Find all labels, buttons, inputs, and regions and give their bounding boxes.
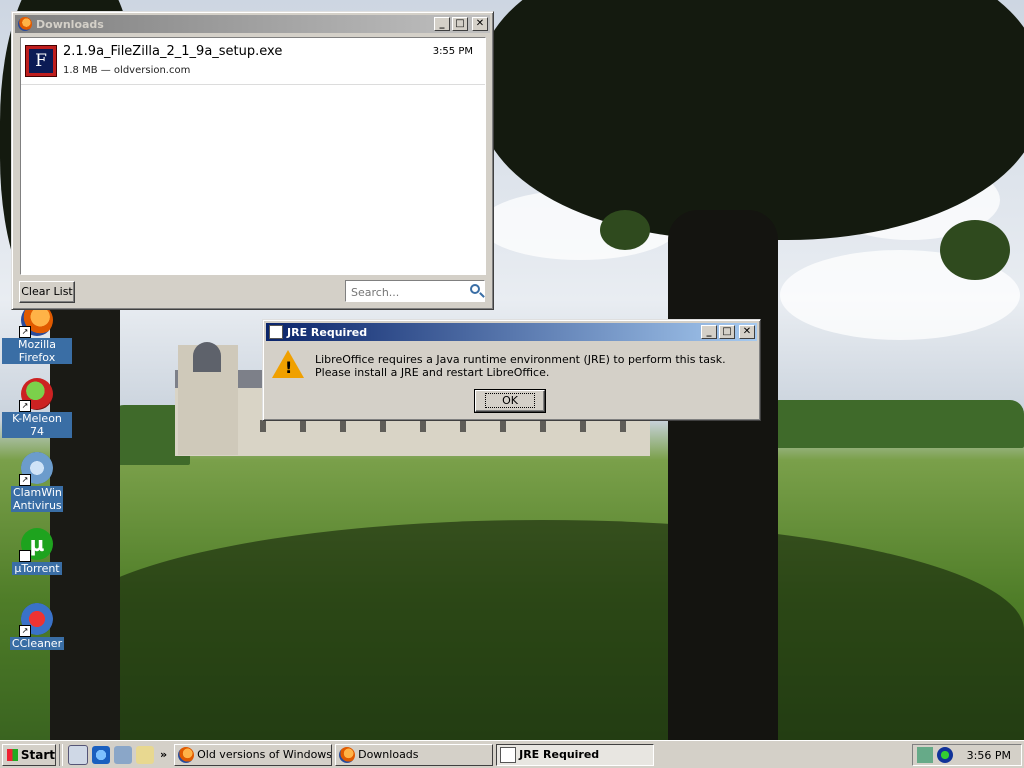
start-label: Start xyxy=(20,747,55,762)
jre-dialog: JRE Required _ □ ✕ ! LibreOffice require… xyxy=(262,319,761,421)
k-meleon-icon: ↗ xyxy=(19,378,53,412)
close-button[interactable]: ✕ xyxy=(472,17,488,31)
task-label: JRE Required xyxy=(519,748,600,761)
castle-window xyxy=(540,420,546,432)
search-box[interactable] xyxy=(345,280,485,302)
desktop-icon-ccleaner[interactable]: ↗ CCleaner xyxy=(2,603,72,650)
maximize-button[interactable]: □ xyxy=(719,325,735,339)
search-input[interactable] xyxy=(349,282,463,302)
document-icon xyxy=(269,325,283,339)
show-desktop-icon[interactable] xyxy=(68,744,88,765)
desktop-icon-label: µTorrent xyxy=(12,562,62,575)
desktop-icon-label: Mozilla Firefox xyxy=(2,338,72,364)
clock[interactable]: 3:56 PM xyxy=(967,749,1011,762)
firefox-icon xyxy=(178,746,195,763)
desktop-icon-firefox[interactable]: ↗ Mozilla Firefox xyxy=(2,304,72,364)
download-item[interactable]: F 2.1.9a_FileZilla_2_1_9a_setup.exe 1.8 … xyxy=(21,38,485,85)
taskbar-task-downloads[interactable]: Downloads xyxy=(335,743,494,766)
download-list[interactable]: F 2.1.9a_FileZilla_2_1_9a_setup.exe 1.8 … xyxy=(20,37,486,275)
desktop-icon-label: K-Meleon 74 xyxy=(2,412,72,438)
leaf-cluster xyxy=(940,220,1010,280)
search-icon[interactable] xyxy=(136,745,154,764)
task-label: Downloads xyxy=(358,748,419,761)
castle-window xyxy=(420,420,426,432)
window-title: Downloads xyxy=(36,17,104,31)
clear-list-button[interactable]: Clear List xyxy=(19,281,75,303)
download-time: 3:55 PM xyxy=(432,46,473,57)
taskbar: Start » Old versions of Windows,... Down… xyxy=(0,740,1024,768)
taskbar-task-jre-required[interactable]: JRE Required xyxy=(496,743,655,766)
tree-shadow xyxy=(60,520,1024,740)
ok-button-label: OK xyxy=(485,393,535,408)
start-button[interactable]: Start xyxy=(2,743,56,766)
search-icon[interactable] xyxy=(470,284,480,294)
desktop-icon-k-meleon[interactable]: ↗ K-Meleon 74 xyxy=(2,378,72,438)
minimize-button[interactable]: _ xyxy=(434,17,450,31)
downloads-titlebar[interactable]: Downloads _ □ ✕ xyxy=(15,15,490,33)
ccleaner-icon: ↗ xyxy=(19,603,53,637)
filezilla-icon: F xyxy=(25,45,57,77)
tree-canopy xyxy=(480,0,1024,240)
desktop-icon-label: ClamWin Antivirus xyxy=(11,486,63,512)
task-label: Old versions of Windows,... xyxy=(197,748,333,761)
dialog-title: JRE Required xyxy=(287,325,368,339)
maximize-button[interactable]: □ xyxy=(452,17,468,31)
dialog-message: LibreOffice requires a Java runtime envi… xyxy=(315,353,726,379)
downloads-window: Downloads _ □ ✕ F 2.1.9a_FileZilla_2_1_9… xyxy=(11,11,494,310)
castle-window xyxy=(500,420,506,432)
leaf-cluster xyxy=(600,210,650,250)
castle-window xyxy=(260,420,266,432)
taskbar-separator xyxy=(59,743,63,766)
network-icon[interactable] xyxy=(917,747,933,763)
system-tray: 3:56 PM xyxy=(912,744,1022,766)
firefox-icon xyxy=(339,746,356,763)
castle-window xyxy=(580,420,586,432)
desktop-icon-utorrent[interactable]: µ ↗ µTorrent xyxy=(2,528,72,575)
firefox-icon xyxy=(18,17,32,31)
castle-window xyxy=(380,420,386,432)
desktop-icon-label: CCleaner xyxy=(9,637,65,650)
warning-icon: ! xyxy=(272,350,304,378)
utorrent-icon: µ ↗ xyxy=(19,528,53,562)
download-meta: 1.8 MB — oldversion.com xyxy=(63,65,191,76)
castle-window xyxy=(340,420,346,432)
desktop-icon-clamwin[interactable]: ↗ ClamWin Antivirus xyxy=(2,452,72,512)
minimize-button[interactable]: _ xyxy=(701,325,717,339)
tree-trunk-right xyxy=(668,210,778,740)
taskbar-task-browser[interactable]: Old versions of Windows,... xyxy=(174,743,333,766)
castle-window xyxy=(460,420,466,432)
castle-window xyxy=(300,420,306,432)
internet-explorer-icon[interactable] xyxy=(92,745,110,764)
quicklaunch-more-chevron-icon[interactable]: » xyxy=(160,748,167,761)
ok-button[interactable]: OK xyxy=(474,389,546,413)
jre-titlebar[interactable]: JRE Required _ □ ✕ xyxy=(266,323,757,341)
castle-window xyxy=(620,420,626,432)
tray-app-icon[interactable] xyxy=(937,747,953,763)
document-icon xyxy=(500,746,517,763)
hedge xyxy=(765,400,1024,448)
windows-logo-icon xyxy=(7,748,18,761)
close-button[interactable]: ✕ xyxy=(739,325,755,339)
castle-cap xyxy=(193,342,221,372)
download-filename: 2.1.9a_FileZilla_2_1_9a_setup.exe xyxy=(63,44,283,59)
outlook-express-icon[interactable] xyxy=(114,745,132,764)
clamwin-icon: ↗ xyxy=(19,452,53,486)
